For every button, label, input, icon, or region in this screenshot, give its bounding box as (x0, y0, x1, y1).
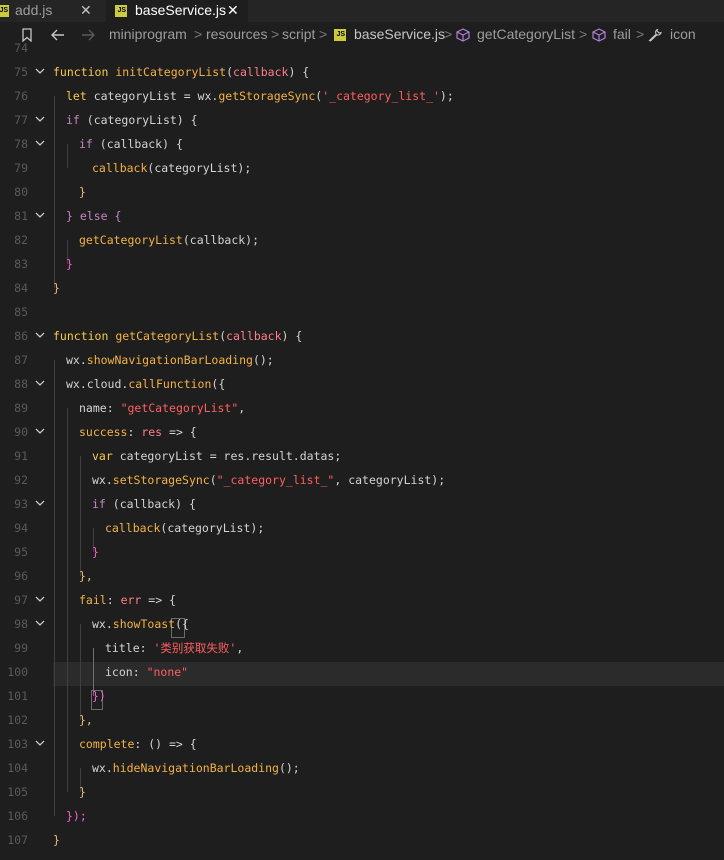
line-number: 104 (7, 761, 28, 775)
code-line: 97 fail: err => { (0, 588, 724, 612)
chevron-down-icon[interactable] (34, 132, 46, 156)
code-line: 84} (0, 276, 724, 300)
code-line: 107} (0, 828, 724, 852)
code-line: 77 if (categoryList) { (0, 108, 724, 132)
code-line: 105} (0, 780, 724, 804)
chevron-down-icon[interactable] (34, 108, 46, 132)
chevron-down-icon[interactable] (34, 420, 46, 444)
line-number: 103 (7, 737, 28, 751)
code-line: 104 wx.hideNavigationBarLoading(); (0, 756, 724, 780)
chevron-down-icon[interactable] (34, 588, 46, 612)
line-number: 77 (14, 113, 28, 127)
code-line: 88 wx.cloud.callFunction({ (0, 372, 724, 396)
line-number: 91 (14, 449, 28, 463)
line-number: 99 (14, 641, 28, 655)
code-line: 100 icon: "none" (0, 660, 724, 684)
tab-label: baseService.js (135, 2, 227, 18)
code-line: 103 complete: () => { (0, 732, 724, 756)
line-number: 76 (14, 89, 28, 103)
line-number: 74 (14, 41, 28, 55)
line-number: 82 (14, 233, 28, 247)
code-line: 90 success: res => { (0, 420, 724, 444)
code-line: 96}, (0, 564, 724, 588)
chevron-down-icon[interactable] (34, 372, 46, 396)
line-number: 78 (14, 137, 28, 151)
line-number: 94 (14, 521, 28, 535)
line-number: 80 (14, 185, 28, 199)
chevron-down-icon[interactable] (34, 204, 46, 228)
tab-baseservice-js[interactable]: JS baseService.js ✕ (106, 0, 248, 22)
js-file-icon: JS (115, 5, 127, 17)
code-line: 95} (0, 540, 724, 564)
code-line: 81} else { (0, 204, 724, 228)
close-icon[interactable]: ✕ (227, 2, 239, 19)
code-line: 74 (0, 36, 724, 60)
line-number: 89 (14, 401, 28, 415)
line-number: 75 (14, 65, 28, 79)
tab-add-js[interactable]: JS add.js ✕ (0, 0, 104, 22)
code-line: 102}, (0, 708, 724, 732)
line-number: 92 (14, 473, 28, 487)
line-number: 100 (7, 665, 28, 679)
code-line: 87 wx.showNavigationBarLoading(); (0, 348, 724, 372)
js-file-icon: JS (0, 5, 9, 17)
line-number: 98 (14, 617, 28, 631)
line-number: 95 (14, 545, 28, 559)
code-line: 99 title: '类别获取失败', (0, 636, 724, 660)
line-number: 87 (14, 353, 28, 367)
code-editor[interactable]: 74 75 function initCategoryList(callback)… (0, 41, 724, 860)
tab-bar: JS add.js ✕ JS baseService.js ✕ (0, 0, 724, 22)
code-line: 98 wx.showToast({ (0, 612, 724, 636)
code-line: 80} (0, 180, 724, 204)
line-number: 96 (14, 569, 28, 583)
line-number: 84 (14, 281, 28, 295)
chevron-down-icon[interactable] (34, 324, 46, 348)
line-number: 102 (7, 713, 28, 727)
code-line: 91 var categoryList = res.result.datas; (0, 444, 724, 468)
line-number: 107 (7, 833, 28, 847)
line-number: 93 (14, 497, 28, 511)
code-line: 94 callback(categoryList); (0, 516, 724, 540)
code-line: 86 function getCategoryList(callback) { (0, 324, 724, 348)
line-number: 101 (7, 689, 28, 703)
line-number: 88 (14, 377, 28, 391)
code-line: 75 function initCategoryList(callback) { (0, 60, 724, 84)
line-number: 105 (7, 785, 28, 799)
line-number: 86 (14, 329, 28, 343)
code-line: 79 callback(categoryList); (0, 156, 724, 180)
code-line: 106}); (0, 804, 724, 828)
code-line: 85 (0, 300, 724, 324)
line-number: 79 (14, 161, 28, 175)
chevron-down-icon[interactable] (34, 60, 46, 84)
chevron-down-icon[interactable] (34, 732, 46, 756)
line-number: 81 (14, 209, 28, 223)
line-number: 106 (7, 809, 28, 823)
line-number: 85 (14, 305, 28, 319)
chevron-down-icon[interactable] (34, 492, 46, 516)
line-number: 97 (14, 593, 28, 607)
line-number: 83 (14, 257, 28, 271)
code-line: 101}) (0, 684, 724, 708)
chevron-down-icon[interactable] (34, 612, 46, 636)
code-line: 83} (0, 252, 724, 276)
code-line: 78 if (callback) { (0, 132, 724, 156)
line-number: 90 (14, 425, 28, 439)
code-line: 82 getCategoryList(callback); (0, 228, 724, 252)
code-line: 93 if (callback) { (0, 492, 724, 516)
code-line: 92 wx.setStorageSync("_category_list_", c… (0, 468, 724, 492)
code-line: 89 name: "getCategoryList", (0, 396, 724, 420)
tab-label: add.js (15, 2, 53, 18)
close-icon[interactable]: ✕ (80, 2, 92, 19)
code-line: 76 let categoryList = wx.getStorageSync('… (0, 84, 724, 108)
